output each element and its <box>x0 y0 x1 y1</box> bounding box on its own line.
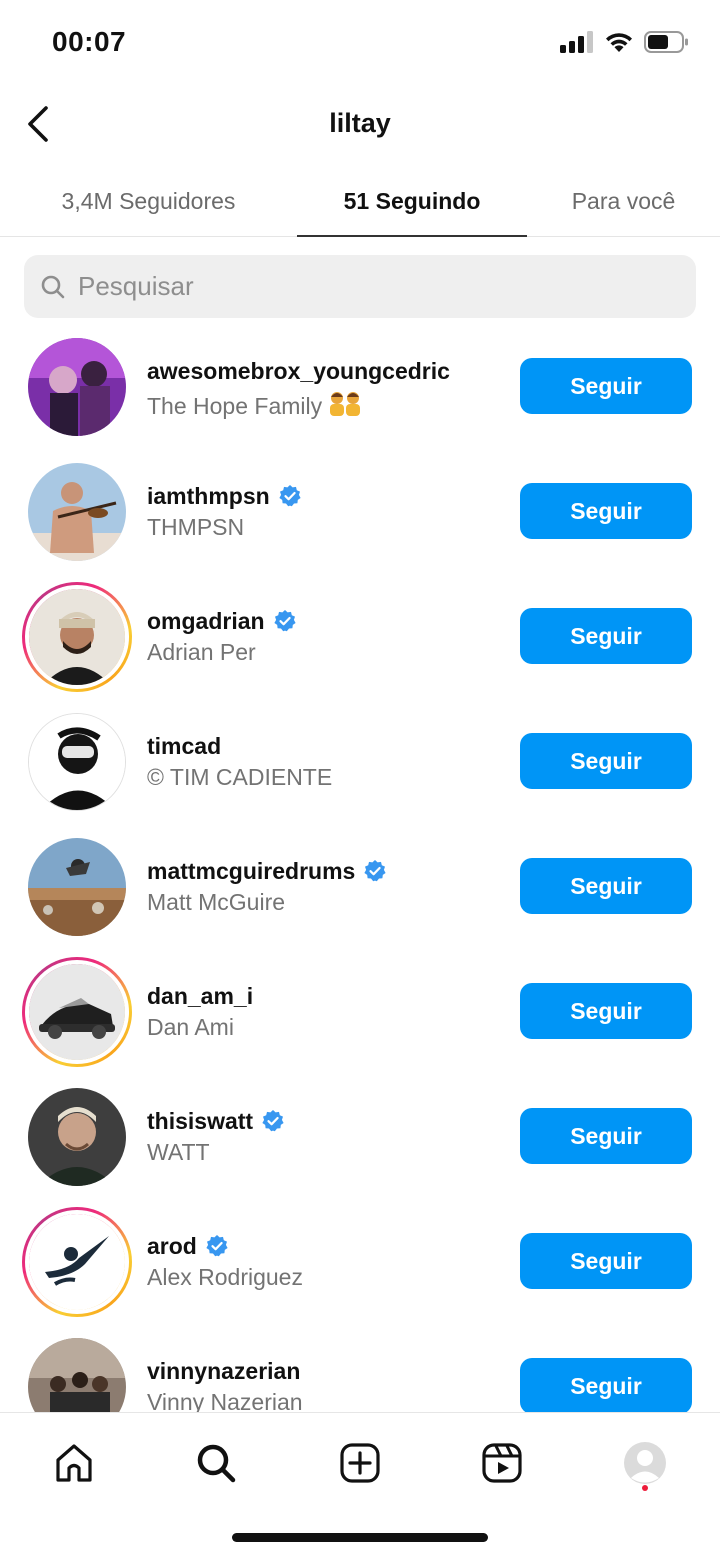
verified-badge-icon <box>364 860 386 882</box>
avatar-story-ring[interactable] <box>22 1207 132 1317</box>
tab-for-you[interactable]: Para você <box>527 165 720 237</box>
avatar[interactable] <box>22 457 132 567</box>
username[interactable]: dan_am_i <box>147 983 253 1010</box>
signal-icon <box>560 31 594 58</box>
nav-new-post[interactable] <box>330 1433 390 1493</box>
username[interactable]: mattmcguiredrums <box>147 858 355 885</box>
avatar[interactable] <box>22 1332 132 1412</box>
full-name: Matt McGuire <box>147 889 286 915</box>
notification-dot <box>642 1485 648 1491</box>
list-item[interactable]: omgadrian Adrian Per Seguir <box>0 575 720 700</box>
active-tab-indicator <box>297 235 527 237</box>
nav-profile[interactable] <box>615 1433 675 1493</box>
user-info: awesomebrox_youngcedric The Hope Family <box>147 355 507 423</box>
username[interactable]: omgadrian <box>147 608 265 635</box>
list-item[interactable]: mattmcguiredrums Matt McGuire Seguir <box>0 825 720 950</box>
user-info: thisiswatt WATT <box>147 1105 507 1166</box>
family-emoji-icon <box>328 389 362 423</box>
search-icon <box>41 275 65 298</box>
verified-badge-icon <box>206 1235 228 1257</box>
home-indicator <box>232 1533 488 1542</box>
tab-following[interactable]: 51 Seguindo <box>297 165 527 237</box>
follow-button[interactable]: Seguir <box>520 1358 692 1412</box>
full-name: © TIM CADIENTE <box>147 764 333 790</box>
full-name: Dan Ami <box>147 1014 234 1040</box>
follow-tabs: 3,4M Seguidores 51 Seguindo Para você <box>0 165 720 237</box>
verified-badge-icon <box>273 610 296 632</box>
battery-icon <box>644 30 690 59</box>
list-item[interactable]: dan_am_i Dan Ami Seguir <box>0 950 720 1075</box>
avatar[interactable] <box>22 832 132 942</box>
user-info: dan_am_i Dan Ami <box>147 980 507 1041</box>
profile-icon <box>624 1442 666 1484</box>
new-post-icon <box>340 1443 380 1483</box>
username[interactable]: awesomebrox_youngcedric <box>147 358 450 385</box>
nav-header: liltay <box>0 90 720 160</box>
avatar-story-ring[interactable] <box>22 957 132 1067</box>
follow-button[interactable]: Seguir <box>520 483 692 539</box>
follow-button[interactable]: Seguir <box>520 733 692 789</box>
avatar[interactable] <box>22 332 132 442</box>
list-item[interactable]: arod Alex Rodriguez Seguir <box>0 1200 720 1325</box>
user-info: omgadrian Adrian Per <box>147 605 507 666</box>
search-input[interactable] <box>78 271 638 302</box>
full-name: Adrian Per <box>147 639 256 665</box>
list-item[interactable]: timcad © TIM CADIENTE Seguir <box>0 700 720 825</box>
username[interactable]: thisiswatt <box>147 1108 253 1135</box>
verified-badge-icon <box>279 485 301 507</box>
nav-home[interactable] <box>44 1433 104 1493</box>
user-info: timcad © TIM CADIENTE <box>147 730 507 791</box>
verified-badge-icon <box>262 1110 284 1132</box>
status-icons <box>560 30 690 59</box>
follow-button[interactable]: Seguir <box>520 608 692 664</box>
list-item[interactable]: thisiswatt WATT Seguir <box>0 1075 720 1200</box>
avatar[interactable] <box>22 1082 132 1192</box>
search-bar[interactable] <box>24 255 696 318</box>
full-name: WATT <box>147 1139 210 1165</box>
username[interactable]: vinnynazerian <box>147 1358 300 1385</box>
search-icon <box>197 1444 236 1483</box>
username[interactable]: arod <box>147 1233 197 1260</box>
full-name: THMPSN <box>147 514 245 540</box>
follow-button[interactable]: Seguir <box>520 1108 692 1164</box>
username[interactable]: timcad <box>147 733 221 760</box>
follow-button[interactable]: Seguir <box>520 1233 692 1289</box>
username[interactable]: iamthmpsn <box>147 483 270 510</box>
list-item[interactable]: vinnynazerian Vinny Nazerian Seguir <box>0 1325 720 1412</box>
page-title: liltay <box>329 108 391 138</box>
full-name: Alex Rodriguez <box>147 1264 303 1290</box>
avatar[interactable] <box>22 707 132 817</box>
status-time: 00:07 <box>52 26 127 57</box>
follow-button[interactable]: Seguir <box>520 983 692 1039</box>
status-bar: 00:07 <box>0 0 720 90</box>
full-name: Vinny Nazerian <box>147 1389 303 1412</box>
reels-icon <box>482 1443 522 1483</box>
home-icon <box>56 1444 92 1482</box>
wifi-icon <box>604 31 634 58</box>
follow-button[interactable]: Seguir <box>520 858 692 914</box>
full-name: The Hope Family <box>147 392 323 419</box>
user-info: vinnynazerian Vinny Nazerian <box>147 1355 507 1413</box>
user-info: arod Alex Rodriguez <box>147 1230 507 1291</box>
tab-followers[interactable]: 3,4M Seguidores <box>0 165 297 237</box>
list-item[interactable]: awesomebrox_youngcedric The Hope Family … <box>0 325 720 450</box>
bottom-navigation <box>0 1412 720 1557</box>
follow-button[interactable]: Seguir <box>520 358 692 414</box>
nav-search[interactable] <box>186 1433 246 1493</box>
list-item[interactable]: iamthmpsn THMPSN Seguir <box>0 450 720 575</box>
following-list: awesomebrox_youngcedric The Hope Family … <box>0 325 720 1412</box>
user-info: mattmcguiredrums Matt McGuire <box>147 855 507 916</box>
user-info: iamthmpsn THMPSN <box>147 480 507 541</box>
nav-reels[interactable] <box>472 1433 532 1493</box>
avatar-story-ring[interactable] <box>22 582 132 692</box>
